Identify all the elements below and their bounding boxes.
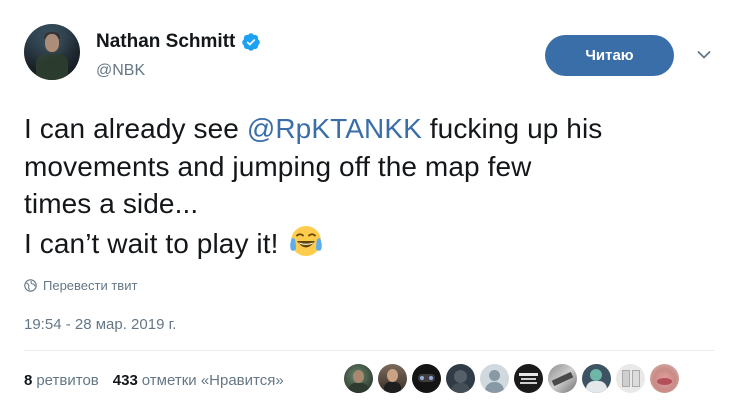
tears-of-joy-emoji-icon: [290, 225, 323, 256]
liker-avatar[interactable]: [650, 364, 679, 393]
liker-avatar[interactable]: [582, 364, 611, 393]
translate-tweet-link[interactable]: Перевести твит: [24, 278, 137, 293]
likes-stat[interactable]: 433 отметки «Нравится»: [113, 372, 284, 389]
chevron-down-icon[interactable]: [697, 50, 711, 60]
author-name-row[interactable]: Nathan Schmitt: [96, 31, 261, 53]
tweet-text-segment: I can already see: [24, 113, 247, 144]
mention-link[interactable]: @RpKTANKK: [247, 113, 422, 144]
liker-avatar[interactable]: [548, 364, 577, 393]
retweets-label: ретвитов: [36, 372, 99, 389]
liker-avatar[interactable]: [514, 364, 543, 393]
liker-avatar[interactable]: [446, 364, 475, 393]
following-button[interactable]: Читаю: [545, 35, 674, 76]
tweet-text-segment: fucking up his: [421, 113, 603, 144]
likes-count: 433: [112, 372, 138, 389]
tweet-line-1: I can already see @RpKTANKK fucking up h…: [24, 110, 714, 148]
liker-avatar[interactable]: [412, 364, 441, 393]
tweet-text-segment: I can’t wait to play it!: [24, 227, 287, 259]
verified-badge-icon: [242, 33, 261, 51]
retweets-count: 8: [24, 372, 33, 389]
author-avatar[interactable]: [24, 24, 80, 80]
likes-label: отметки «Нравится»: [141, 372, 284, 389]
tweet-line-3: times a side...: [24, 188, 199, 219]
divider: [24, 350, 714, 351]
tweet-text: I can already see @RpKTANKK fucking up h…: [24, 110, 714, 262]
tweet-line-2: movements and jumping off the map few: [24, 150, 532, 182]
retweets-stat[interactable]: 8 ретвитов: [24, 372, 99, 389]
tweet-card: Nathan Schmitt @NBK Читаю I can already …: [0, 0, 730, 406]
translate-label[interactable]: Перевести твит: [43, 278, 137, 293]
liker-avatar[interactable]: [344, 364, 373, 393]
author-name[interactable]: Nathan Schmitt: [96, 31, 235, 53]
likers-avatars: [344, 364, 684, 393]
liker-avatar[interactable]: [480, 364, 509, 393]
tweet-timestamp[interactable]: 19:54 - 28 мар. 2019 г.: [24, 316, 176, 333]
globe-icon: [24, 279, 37, 292]
avatar-glow: [24, 24, 80, 80]
liker-avatar[interactable]: [616, 364, 645, 393]
author-handle[interactable]: @NBK: [96, 62, 145, 80]
liker-avatar[interactable]: [378, 364, 407, 393]
tweet-stats: 8 ретвитов 433 отметки «Нравится»: [24, 372, 298, 389]
tweet-line-4: I can’t wait to play it!: [24, 223, 714, 263]
